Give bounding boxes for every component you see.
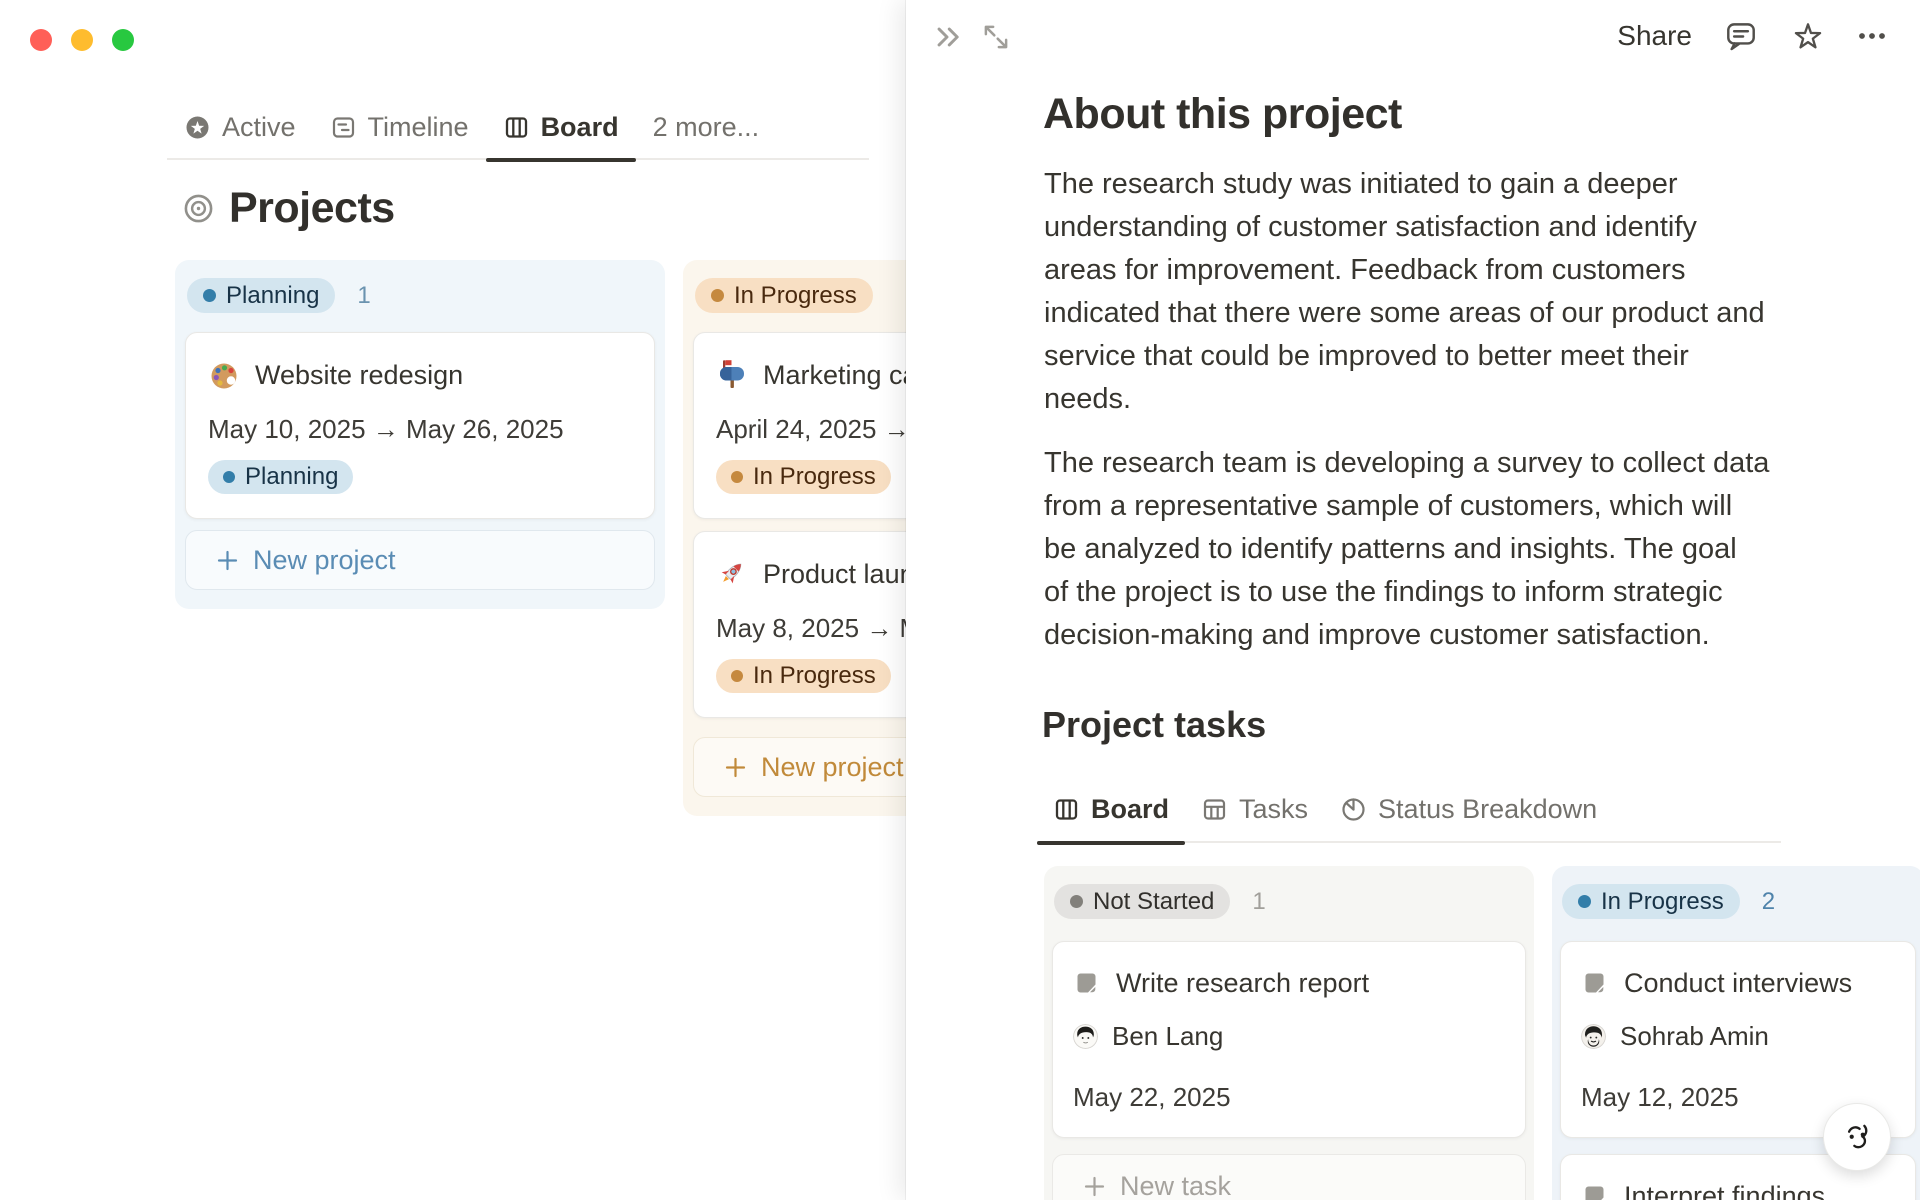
plus-icon [1082, 1174, 1107, 1199]
page-icon [1581, 970, 1608, 997]
page-icon [1073, 970, 1100, 997]
status-dot-icon [711, 289, 724, 302]
open-full-page-button[interactable] [978, 19, 1014, 55]
plus-icon [215, 548, 240, 573]
plus-icon [723, 755, 748, 780]
double-chevron-right-icon [930, 20, 964, 54]
tab-tasks[interactable]: Tasks [1185, 792, 1324, 826]
more-options-button[interactable] [1857, 30, 1887, 42]
favorite-button[interactable] [1790, 18, 1826, 54]
column-count: 1 [357, 281, 371, 309]
section-heading: Project tasks [1042, 704, 1267, 745]
pie-chart-icon [1340, 796, 1367, 823]
ellipsis-icon [1857, 30, 1887, 42]
panel-toolbar-right: Share [1617, 18, 1887, 54]
status-dot-icon [203, 289, 216, 302]
expand-diagonal-icon [978, 19, 1014, 55]
card-title: Website redesign [255, 359, 464, 390]
tab-active[interactable]: Active [167, 110, 313, 144]
status-dot-icon [223, 471, 235, 483]
window-zoom-button[interactable] [112, 29, 134, 51]
star-circle-icon [184, 114, 211, 141]
status-tag: In Progress [716, 460, 891, 494]
tab-label: Active [222, 111, 296, 142]
card-title: Product laun [763, 558, 915, 589]
tab-label: Tasks [1239, 793, 1309, 824]
page-title: Projects [229, 184, 395, 232]
tab-label: Timeline [367, 111, 469, 142]
tab-status-breakdown[interactable]: Status Breakdown [1324, 792, 1613, 826]
status-badge[interactable]: Planning [187, 278, 336, 313]
status-badge[interactable]: Not Started [1054, 884, 1231, 919]
assignee-name: Ben Lang [1112, 1021, 1224, 1051]
window-minimize-button[interactable] [71, 29, 93, 51]
tasks-board: Not Started 1 Write research report Ben … [1044, 866, 1920, 1200]
assignee-name: Sohrab Amin [1620, 1021, 1769, 1051]
column-header: In Progress 2 [1560, 884, 1916, 919]
avatar-ben-lang [1073, 1024, 1098, 1049]
page-icon [1581, 1183, 1608, 1200]
tab-timeline[interactable]: Timeline [313, 110, 486, 144]
task-card-write-research-report[interactable]: Write research report Ben Lang May 22, 2… [1052, 941, 1526, 1138]
new-project-button[interactable]: New project [185, 530, 655, 590]
timeline-icon [330, 114, 357, 141]
tab-label: Board [540, 111, 619, 142]
side-peek-panel: Share About this project The research st… [906, 0, 1920, 1200]
ai-assistant-button[interactable] [1823, 1103, 1891, 1171]
window-close-button[interactable] [30, 29, 52, 51]
ai-face-icon [1838, 1118, 1876, 1156]
paragraph: The research study was initiated to gain… [1044, 168, 1765, 415]
status-badge[interactable]: In Progress [695, 278, 873, 313]
status-tag: Planning [208, 460, 354, 494]
card-title: Conduct interviews [1624, 968, 1853, 998]
tab-board[interactable]: Board [485, 110, 636, 162]
comment-button[interactable] [1723, 18, 1759, 54]
column-count: 2 [1761, 887, 1776, 915]
card-title: Write research report [1116, 968, 1370, 998]
card-title: Interpret findings [1624, 1181, 1826, 1200]
new-task-button[interactable]: New task [1052, 1154, 1526, 1200]
avatar-sohrab-amin [1581, 1024, 1606, 1049]
column-header: Planning 1 [185, 278, 655, 313]
status-dot-icon [731, 471, 743, 483]
status-dot-icon [1578, 895, 1591, 908]
tab-board[interactable]: Board [1037, 792, 1186, 845]
card-date-range: May 10, 2025 → May 26, 2025 [208, 414, 564, 444]
rocket-icon [716, 558, 748, 590]
mailbox-icon [716, 359, 748, 391]
status-badge[interactable]: In Progress [1562, 884, 1740, 919]
status-tag: In Progress [716, 659, 891, 693]
column-count: 1 [1252, 887, 1266, 915]
board-icon [503, 114, 530, 141]
column-header: Not Started 1 [1052, 884, 1526, 919]
tab-more-views[interactable]: 2 more... [636, 110, 777, 144]
paragraph: The research team is developing a survey… [1044, 447, 1770, 651]
task-view-tabs: Board Tasks Status Breakdown [1037, 792, 1781, 845]
board-icon [1053, 796, 1080, 823]
tab-label: 2 more... [652, 111, 760, 142]
tab-label: Board [1091, 793, 1170, 824]
board-column-planning: Planning 1 Website redesign May 10, 2025… [175, 260, 665, 609]
status-dot-icon [731, 670, 743, 682]
target-icon [183, 193, 214, 224]
table-icon [1201, 796, 1228, 823]
peek-page-title: About this project [1043, 90, 1402, 138]
comment-bubble-icon [1723, 18, 1759, 54]
task-column-not-started: Not Started 1 Write research report Ben … [1044, 866, 1534, 1200]
star-icon [1790, 18, 1826, 54]
close-peek-button[interactable] [930, 20, 964, 54]
view-tabs: Active Timeline Board 2 more... [167, 110, 869, 162]
share-button[interactable]: Share [1617, 20, 1692, 52]
database-title-row: Projects [183, 184, 395, 233]
palette-icon [208, 359, 240, 391]
tab-label: Status Breakdown [1378, 793, 1598, 824]
project-card-website-redesign[interactable]: Website redesign May 10, 2025 → May 26, … [185, 332, 655, 519]
status-dot-icon [1070, 895, 1083, 908]
card-title: Marketing ca [763, 359, 918, 390]
due-date: May 22, 2025 [1073, 1082, 1231, 1112]
notion-window: Active Timeline Board 2 more... Projects [0, 0, 1920, 1200]
